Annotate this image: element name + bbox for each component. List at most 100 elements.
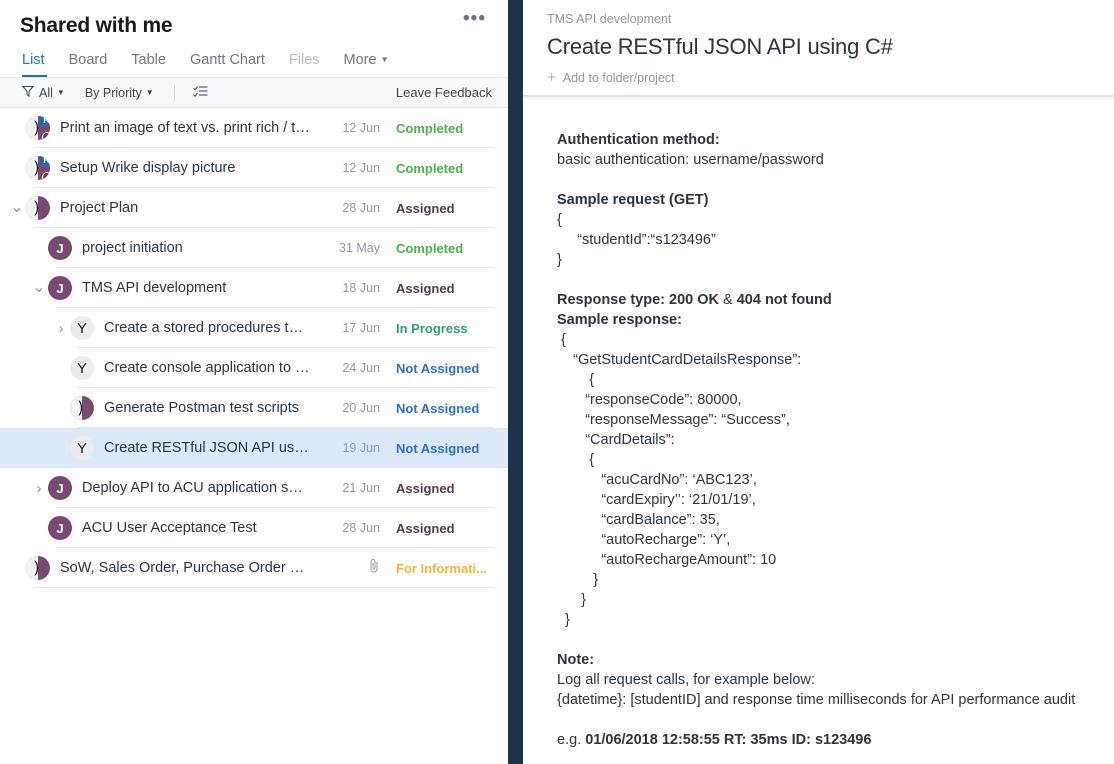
table-row[interactable]: ⌄ J TMS API development 18 Jun Assigned: [0, 268, 508, 308]
checklist-view-button[interactable]: [192, 85, 213, 101]
avatar: J: [48, 236, 72, 260]
chevron-down-icon[interactable]: ⌄: [8, 200, 26, 216]
note-line-2: {datetime}: [studentID] and response tim…: [557, 692, 1076, 708]
note-heading: Note:: [557, 652, 595, 668]
example-value: 01/06/2018 12:58:55 RT: 35ms ID: s123496: [585, 732, 872, 748]
add-to-folder-label: Add to folder/project: [562, 71, 675, 85]
code-line: “cardBalance”: 35,: [557, 512, 720, 528]
table-row[interactable]: › Y Create a stored procedures to retri...…: [0, 308, 508, 348]
status-badge[interactable]: For Informati...: [396, 561, 494, 576]
shared-with-me-pane: Shared with me ••• List Board Table Gantt C…: [0, 0, 508, 764]
status-badge[interactable]: Assigned: [396, 481, 494, 496]
tab-board[interactable]: Board: [57, 52, 120, 77]
task-title[interactable]: Create RESTful JSON API using C#: [547, 34, 1090, 60]
due-date: 31 May: [339, 241, 380, 255]
request-heading: Sample request (GET): [557, 192, 709, 208]
leave-feedback-link[interactable]: Leave Feedback: [396, 85, 492, 100]
status-badge[interactable]: Not Assigned: [396, 401, 494, 416]
pane-divider[interactable]: [508, 0, 523, 764]
sort-label: By Priority: [84, 85, 142, 100]
add-to-folder-button[interactable]: + Add to folder/project: [547, 69, 1090, 86]
table-row[interactable]: ) Generate Postman test scripts 20 Jun Not …: [0, 388, 508, 428]
code-line: “GetStudentCardDetailsResponse”:: [557, 352, 802, 368]
tab-list[interactable]: List: [20, 52, 57, 77]
due-date: 24 Jun: [342, 361, 380, 375]
status-badge[interactable]: Assigned: [396, 201, 494, 216]
attachment-icon[interactable]: [320, 558, 380, 578]
code-line: {: [557, 372, 595, 388]
status-badge[interactable]: In Progress: [396, 321, 494, 336]
task-list: ) R Print an image of text vs. print rich …: [0, 108, 508, 764]
tab-label: Gantt Chart: [189, 52, 265, 68]
tab-label: List: [22, 52, 45, 68]
task-name: Project Plan: [60, 200, 139, 216]
status-badge[interactable]: Assigned: [396, 281, 494, 296]
plus-icon: +: [547, 69, 556, 86]
sort-by-priority-dropdown[interactable]: By Priority ▼: [85, 86, 154, 100]
response-type-200: Response type: 200 OK: [557, 292, 719, 308]
table-row[interactable]: ⌄) Project Plan 28 Jun Assigned: [0, 188, 508, 228]
table-row[interactable]: Y Create RESTful JSON API using C# 19 Jun N…: [0, 428, 508, 468]
task-detail-pane: TMS API development Create RESTful JSON …: [523, 0, 1114, 764]
status-badge[interactable]: Not Assigned: [396, 441, 494, 456]
task-name: Create a stored procedures to retri...: [104, 320, 320, 336]
status-badge[interactable]: Not Assigned: [396, 361, 494, 376]
example-line: e.g. 01/06/2018 12:58:55 RT: 35ms ID: s1…: [557, 730, 1090, 750]
tab-files[interactable]: Files: [277, 52, 332, 77]
avatar: ): [26, 556, 50, 580]
task-name: TMS API development: [82, 280, 227, 296]
tab-label: Table: [131, 52, 166, 68]
table-row[interactable]: J ACU User Acceptance Test 28 Jun Assigned: [0, 508, 508, 548]
chevron-right-icon[interactable]: ›: [52, 321, 70, 336]
table-row[interactable]: ) R Print an image of text vs. print rich …: [0, 108, 508, 148]
code-line: }: [557, 572, 599, 588]
task-description[interactable]: Authentication method: basic authenticat…: [523, 100, 1114, 764]
ampersand: &: [718, 292, 737, 308]
filter-all-dropdown[interactable]: All ▼: [21, 85, 65, 100]
status-dot-icon: [42, 132, 50, 140]
status-badge[interactable]: Assigned: [396, 521, 494, 536]
wrike-badge-icon: R: [40, 116, 50, 126]
toolbar-divider: [173, 84, 175, 101]
status-badge[interactable]: Completed: [396, 161, 494, 176]
due-date: 28 Jun: [342, 521, 380, 535]
chevron-down-icon: ▼: [145, 88, 154, 97]
table-row[interactable]: Y Create console application to load ... 2…: [0, 348, 508, 388]
table-row[interactable]: › J Deploy API to ACU application server 21…: [0, 468, 508, 508]
chevron-right-icon[interactable]: ›: [30, 481, 48, 496]
tab-more[interactable]: More ▼: [332, 52, 401, 77]
task-name: ACU User Acceptance Test: [82, 520, 257, 536]
row-divider: [34, 587, 494, 588]
request-code-block: { “studentId”:“s123496”}: [557, 210, 1090, 270]
list-toolbar: All ▼ By Priority ▼ Leave Feedback: [0, 78, 508, 108]
avatar: J: [48, 476, 72, 500]
task-detail-header: TMS API development Create RESTful JSON …: [523, 0, 1114, 95]
table-row[interactable]: Jproject initiation 31 May Completed: [0, 228, 508, 268]
status-badge[interactable]: Completed: [396, 121, 494, 136]
avatar: ): [70, 396, 94, 420]
table-row[interactable]: ) SoW, Sales Order, Purchase Order Docu..…: [0, 548, 508, 588]
due-date: 19 Jun: [342, 441, 380, 455]
response-heading: Sample response:: [557, 312, 682, 328]
code-line: “studentId”:“s123496”: [557, 232, 716, 248]
chevron-down-icon[interactable]: ⌄: [30, 280, 48, 296]
tab-label: Board: [68, 52, 108, 68]
response-type-heading: Response type: 200 OK & 404 not found: [557, 290, 1090, 310]
tab-table[interactable]: Table: [119, 52, 178, 77]
breadcrumb[interactable]: TMS API development: [547, 12, 1090, 26]
due-date: 17 Jun: [342, 321, 380, 335]
tab-gantt-chart[interactable]: Gantt Chart: [178, 52, 277, 77]
table-row[interactable]: ) R Setup Wrike display picture 12 Jun Compl…: [0, 148, 508, 188]
tab-label: Files: [288, 52, 320, 68]
avatar: ) R: [26, 156, 50, 180]
task-name: Print an image of text vs. print rich / …: [60, 120, 312, 136]
avatar: J: [48, 516, 72, 540]
app-root: Shared with me ••• List Board Table Gantt C…: [0, 0, 1114, 764]
task-name: project initiation: [82, 240, 183, 256]
status-badge[interactable]: Completed: [396, 241, 494, 256]
more-options-icon[interactable]: •••: [463, 9, 486, 28]
code-line: “responseCode”: 80000,: [557, 392, 742, 408]
